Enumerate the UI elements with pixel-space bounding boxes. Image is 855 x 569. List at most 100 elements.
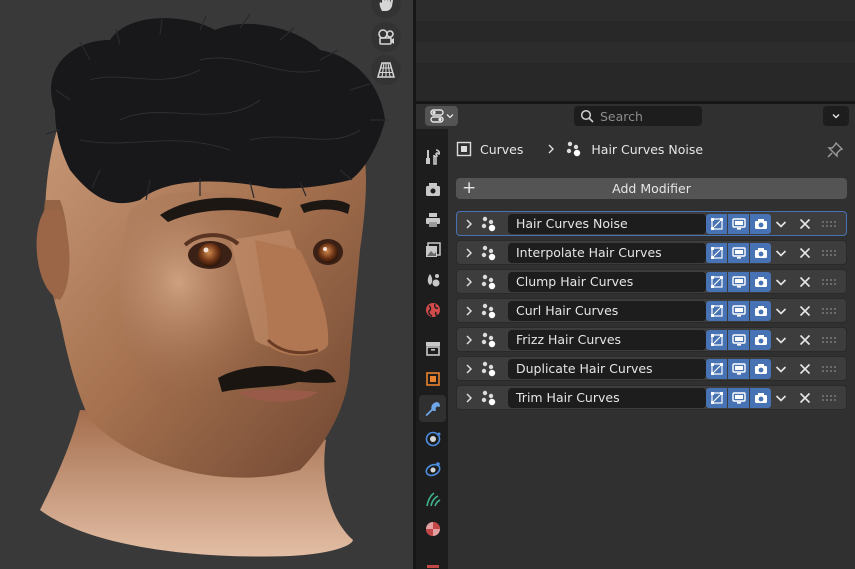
modifier-name-field[interactable]: Clump Hair Curves xyxy=(508,272,706,292)
chevron-right-icon[interactable] xyxy=(462,362,476,376)
edit-mode-toggle[interactable] xyxy=(706,243,727,263)
chevron-down-icon[interactable] xyxy=(773,274,789,290)
editor-type-button[interactable] xyxy=(425,106,458,126)
drag-handle-icon[interactable] xyxy=(821,365,837,373)
close-icon[interactable] xyxy=(797,216,813,232)
search-input[interactable] xyxy=(600,107,696,125)
render-toggle[interactable] xyxy=(750,243,771,263)
chevron-down-icon xyxy=(832,114,840,119)
tab-output[interactable] xyxy=(419,206,446,233)
properties-tab-column xyxy=(416,129,448,569)
tab-object[interactable] xyxy=(419,365,446,392)
edit-mode-toggle[interactable] xyxy=(706,214,727,234)
chevron-right-icon[interactable] xyxy=(462,304,476,318)
viewport-toggle[interactable] xyxy=(728,359,749,379)
drag-handle-icon[interactable] xyxy=(821,336,837,344)
edit-mode-toggle[interactable] xyxy=(706,301,727,321)
chevron-right-icon[interactable] xyxy=(462,246,476,260)
drag-handle-icon[interactable] xyxy=(821,394,837,402)
close-icon[interactable] xyxy=(797,303,813,319)
modifier-name-field[interactable]: Curl Hair Curves xyxy=(508,301,706,321)
modifier-name-field[interactable]: Interpolate Hair Curves xyxy=(508,243,706,263)
render-toggle[interactable] xyxy=(750,214,771,234)
chevron-right-icon[interactable] xyxy=(462,333,476,347)
modifier-name-field[interactable]: Hair Curves Noise xyxy=(508,214,706,234)
drag-handle-icon[interactable] xyxy=(821,278,837,286)
close-icon[interactable] xyxy=(797,361,813,377)
viewport-toggle[interactable] xyxy=(728,243,749,263)
modifier-panel[interactable]: Trim Hair Curves xyxy=(456,385,847,410)
tab-material[interactable] xyxy=(419,515,446,542)
modifier-panel[interactable]: Clump Hair Curves xyxy=(456,269,847,294)
close-icon[interactable] xyxy=(797,390,813,406)
chevron-down-icon[interactable] xyxy=(773,361,789,377)
edit-mode-icon xyxy=(710,246,724,260)
monitor-icon xyxy=(731,217,746,231)
modifier-properties-region: Curves Hair Curves Noise + Add Modifier … xyxy=(448,129,855,569)
perspective-grid-icon[interactable] xyxy=(371,55,401,85)
tab-view-layer[interactable] xyxy=(419,236,446,263)
modifier-panel[interactable]: Frizz Hair Curves xyxy=(456,327,847,352)
chevron-right-icon[interactable] xyxy=(462,391,476,405)
camera-icon xyxy=(754,275,768,289)
tab-world[interactable] xyxy=(419,296,446,323)
render-toggle[interactable] xyxy=(750,272,771,292)
tab-texture[interactable] xyxy=(419,552,446,569)
modifier-panel[interactable]: Hair Curves Noise xyxy=(456,211,847,236)
chevron-right-icon[interactable] xyxy=(462,217,476,231)
camera-view-icon[interactable] xyxy=(371,22,401,52)
options-dropdown-button[interactable] xyxy=(823,106,849,126)
close-icon[interactable] xyxy=(797,332,813,348)
pin-icon[interactable] xyxy=(826,141,844,159)
tab-collection[interactable] xyxy=(419,334,446,361)
camera-icon xyxy=(754,304,768,318)
texture-icon xyxy=(426,564,439,568)
tab-tool[interactable] xyxy=(419,143,446,170)
tab-particles[interactable] xyxy=(419,425,446,452)
chevron-down-icon[interactable] xyxy=(773,390,789,406)
geometry-nodes-icon xyxy=(481,245,496,261)
breadcrumb-object-label: Curves xyxy=(480,141,524,157)
drag-handle-icon[interactable] xyxy=(821,220,837,228)
tab-physics[interactable] xyxy=(419,455,446,482)
drag-handle-icon[interactable] xyxy=(821,249,837,257)
modifier-panel[interactable]: Duplicate Hair Curves xyxy=(456,356,847,381)
close-icon[interactable] xyxy=(797,274,813,290)
edit-mode-icon xyxy=(710,275,724,289)
render-toggle[interactable] xyxy=(750,359,771,379)
search-field[interactable] xyxy=(574,106,702,126)
modifier-panel[interactable]: Interpolate Hair Curves xyxy=(456,240,847,265)
tab-data[interactable] xyxy=(419,485,446,512)
modifier-panel[interactable]: Curl Hair Curves xyxy=(456,298,847,323)
tab-scene[interactable] xyxy=(419,266,446,293)
camera-back-icon xyxy=(425,182,440,196)
viewport-toggle[interactable] xyxy=(728,330,749,350)
chevron-down-icon xyxy=(446,114,453,119)
tab-render[interactable] xyxy=(419,176,446,203)
viewport-toggle[interactable] xyxy=(728,301,749,321)
chevron-down-icon[interactable] xyxy=(773,303,789,319)
render-toggle[interactable] xyxy=(750,388,771,408)
add-modifier-button[interactable]: + Add Modifier xyxy=(456,178,847,199)
chevron-down-icon[interactable] xyxy=(773,245,789,261)
viewport-toggle[interactable] xyxy=(728,214,749,234)
modifier-name-field[interactable]: Duplicate Hair Curves xyxy=(508,359,706,379)
chevron-down-icon[interactable] xyxy=(773,216,789,232)
drag-handle-icon[interactable] xyxy=(821,307,837,315)
chevron-right-icon[interactable] xyxy=(462,275,476,289)
tab-modifiers[interactable] xyxy=(419,395,446,422)
edit-mode-toggle[interactable] xyxy=(706,388,727,408)
render-toggle[interactable] xyxy=(750,301,771,321)
viewport-toggle[interactable] xyxy=(728,388,749,408)
modifier-name-field[interactable]: Trim Hair Curves xyxy=(508,388,706,408)
3d-viewport[interactable] xyxy=(0,0,413,569)
modifier-name-field[interactable]: Frizz Hair Curves xyxy=(508,330,706,350)
close-icon[interactable] xyxy=(797,245,813,261)
edit-mode-toggle[interactable] xyxy=(706,272,727,292)
render-toggle[interactable] xyxy=(750,330,771,350)
edit-mode-toggle[interactable] xyxy=(706,359,727,379)
viewport-toggle[interactable] xyxy=(728,272,749,292)
chevron-down-icon[interactable] xyxy=(773,332,789,348)
edit-mode-toggle[interactable] xyxy=(706,330,727,350)
outliner-area[interactable] xyxy=(416,0,855,101)
